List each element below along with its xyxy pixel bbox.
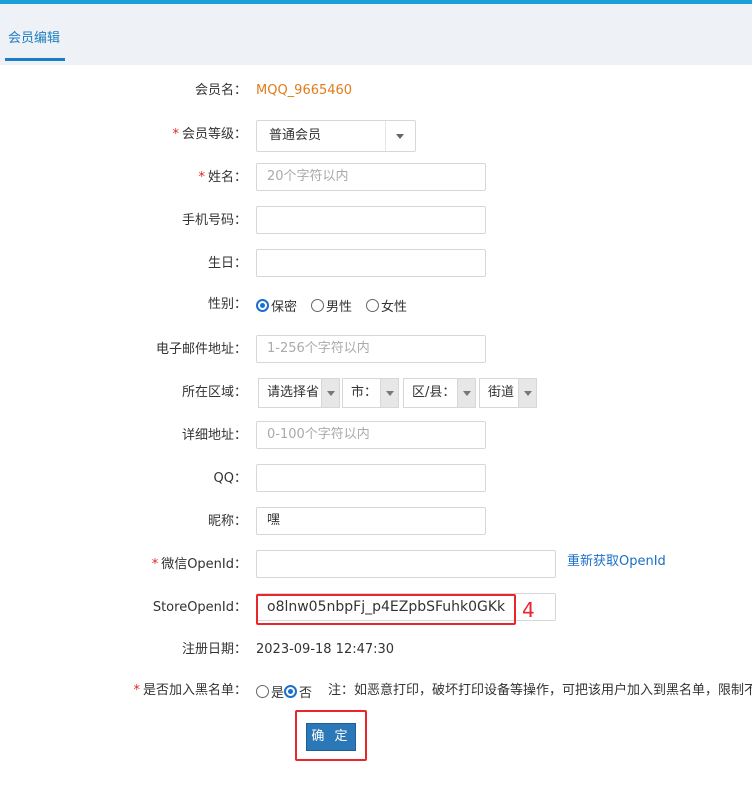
province-select[interactable]: 请选择省 [258, 378, 340, 408]
row-wechat-openid: * 微信OpenId： 重新获取OpenId [0, 550, 752, 580]
qq-input[interactable] [256, 464, 486, 492]
gender-option-male[interactable]: 男性 [311, 290, 352, 320]
address-label: 详细地址： [181, 428, 247, 443]
confirm-button[interactable]: 确 定 [306, 723, 356, 751]
radio-unchecked-icon [311, 298, 325, 312]
birthday-label: 生日： [207, 256, 247, 271]
row-member-level: * 会员等级： 普通会员 [0, 120, 752, 152]
gender-option-secret[interactable]: 保密 [256, 290, 297, 320]
blacklist-label: * 是否加入黑名单： [133, 683, 247, 698]
member-level-selected: 普通会员 [269, 128, 322, 143]
wechat-openid-label: * 微信OpenId： [151, 557, 247, 572]
refresh-openid-link[interactable]: 重新获取OpenId [567, 547, 666, 577]
row-email: 电子邮件地址： [0, 335, 752, 365]
wechat-openid-input[interactable] [256, 550, 556, 578]
tab-member-edit[interactable]: 会员编辑 [5, 28, 63, 58]
gender-radio-group: 保密 男性 女性 [256, 290, 421, 320]
blacklist-note: 注：如恶意打印，破坏打印设备等操作，可把该用户加入到黑名单，限制不能下单 [328, 683, 752, 698]
member-level-label: * 会员等级： [172, 127, 247, 142]
phone-input[interactable] [256, 206, 486, 234]
row-birthday: 生日： [0, 249, 752, 279]
required-mark: * [172, 127, 179, 142]
required-mark: * [151, 557, 159, 572]
member-level-select[interactable]: 普通会员 [256, 120, 416, 152]
radio-unchecked-icon [256, 684, 269, 698]
chevron-down-icon [380, 379, 398, 407]
region-label: 所在区域： [181, 385, 247, 400]
row-register-date: 注册日期： 2023-09-18 12:47:30 [0, 635, 752, 665]
street-select[interactable]: 街道 [479, 378, 537, 408]
district-select[interactable]: 区/县： [403, 378, 476, 408]
row-gender: 性别： 保密 男性 女性 [0, 290, 752, 320]
address-input[interactable] [256, 421, 486, 449]
chevron-down-icon [385, 121, 415, 151]
name-input[interactable] [256, 163, 486, 191]
register-date-value: 2023-09-18 12:47:30 [256, 642, 395, 657]
blacklist-option-no[interactable]: 否 [284, 676, 312, 706]
tab-bar: 会员编辑 [0, 4, 752, 65]
member-name-value: MQQ_9665460 [256, 83, 353, 98]
qq-label: QQ： [213, 471, 247, 486]
required-mark: * [133, 683, 140, 698]
name-label: * 姓名： [198, 170, 247, 185]
row-member-name: 会员名： MQQ_9665460 [0, 76, 752, 106]
required-mark: * [198, 170, 205, 185]
birthday-input[interactable] [256, 249, 486, 277]
radio-checked-icon [284, 684, 298, 698]
nickname-label: 昵称： [207, 514, 247, 529]
annotation-highlight-box [256, 594, 516, 625]
nickname-input[interactable] [256, 507, 486, 535]
annotation-number: 4 [522, 598, 535, 622]
chevron-down-icon [518, 379, 536, 407]
row-blacklist: * 是否加入黑名单： 是 否 注：如恶意打印，破坏打印设备等操作，可把该用户加入到… [0, 676, 752, 706]
row-address: 详细地址： [0, 421, 752, 451]
row-nickname: 昵称： [0, 507, 752, 537]
gender-label: 性别： [207, 297, 247, 312]
email-label: 电子邮件地址： [155, 342, 247, 357]
chevron-down-icon [321, 379, 339, 407]
chevron-down-icon [457, 379, 475, 407]
radio-unchecked-icon [366, 298, 380, 312]
row-qq: QQ： [0, 464, 752, 494]
row-name: * 姓名： [0, 163, 752, 193]
row-region: 所在区域： 请选择省 市： 区/县： 街道 [0, 378, 752, 408]
register-date-label: 注册日期： [181, 642, 247, 657]
blacklist-option-yes[interactable]: 是 [256, 676, 284, 706]
email-input[interactable] [256, 335, 486, 363]
radio-checked-icon [256, 298, 269, 312]
store-openid-label: StoreOpenId： [152, 600, 247, 615]
blacklist-radio-group: 是 否 注：如恶意打印，破坏打印设备等操作，可把该用户加入到黑名单，限制不能下单 [256, 676, 752, 706]
tab-active-underline [5, 58, 65, 61]
city-select[interactable]: 市： [342, 378, 399, 408]
member-name-label: 会员名： [194, 83, 247, 98]
row-phone: 手机号码： [0, 206, 752, 236]
gender-option-female[interactable]: 女性 [366, 290, 407, 320]
phone-label: 手机号码： [181, 213, 247, 228]
